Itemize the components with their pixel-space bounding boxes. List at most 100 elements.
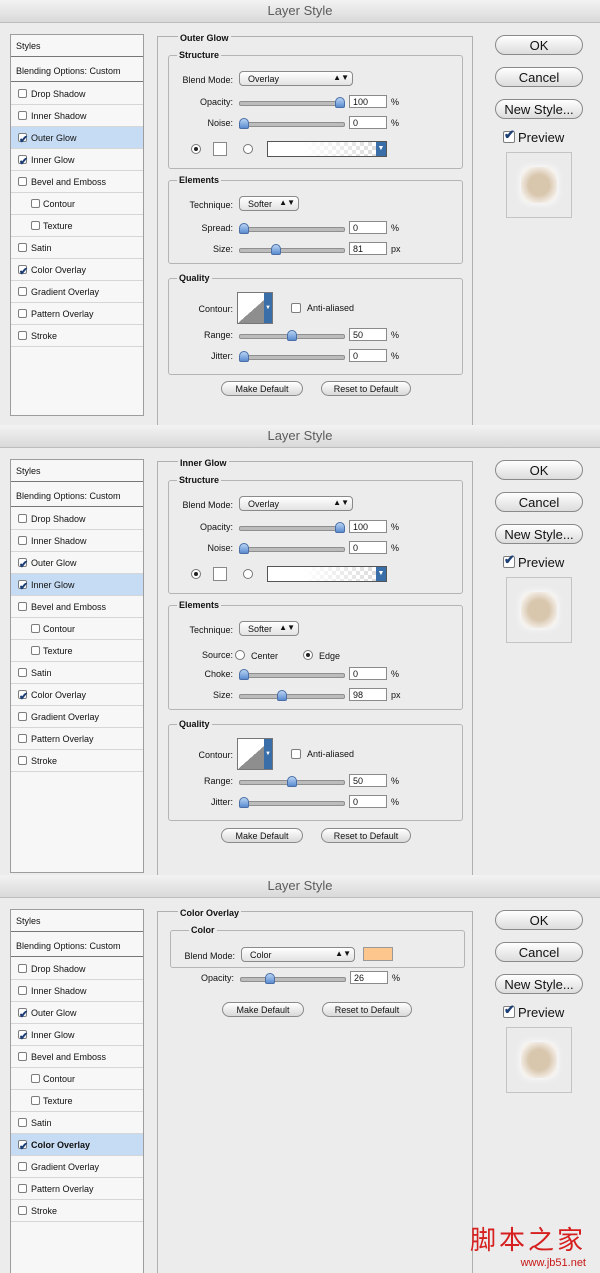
slider-knob[interactable] — [277, 690, 288, 701]
style-texture[interactable]: Texture — [11, 215, 143, 237]
style-pattern-overlay[interactable]: Pattern Overlay — [11, 1178, 143, 1200]
style-contour[interactable]: Contour — [11, 1068, 143, 1090]
checkbox[interactable] — [31, 1096, 40, 1105]
range-field[interactable]: 50 — [349, 774, 387, 787]
slider-knob[interactable] — [287, 330, 297, 341]
style-inner-glow[interactable]: ✔ Inner Glow — [11, 574, 143, 596]
checkbox[interactable]: ✔ — [18, 690, 28, 703]
solid-color-radio[interactable] — [191, 569, 201, 579]
dropdown-arrow-icon[interactable]: ▼ — [376, 142, 386, 156]
style-texture[interactable]: Texture — [11, 640, 143, 662]
checkbox[interactable] — [18, 712, 27, 721]
checkbox[interactable] — [18, 668, 27, 677]
checkbox[interactable] — [18, 734, 27, 743]
checkbox[interactable] — [18, 1162, 27, 1171]
reset-default-button[interactable]: Reset to Default — [321, 828, 411, 843]
style-inner-shadow[interactable]: Inner Shadow — [11, 105, 143, 127]
styles-header[interactable]: Styles — [11, 35, 143, 57]
blending-options[interactable]: Blending Options: Custom — [11, 60, 143, 82]
style-stroke[interactable]: Stroke — [11, 750, 143, 772]
blend-mode-select[interactable]: Overlay ▲▼ — [239, 496, 353, 511]
solid-color-radio[interactable] — [191, 144, 201, 154]
reset-default-button[interactable]: Reset to Default — [322, 1002, 412, 1017]
style-drop-shadow[interactable]: Drop Shadow — [11, 83, 143, 105]
source-center-radio[interactable] — [235, 650, 245, 660]
style-satin[interactable]: Satin — [11, 1112, 143, 1134]
choke-field[interactable]: 0 — [349, 667, 387, 680]
styles-header[interactable]: Styles — [11, 460, 143, 482]
make-default-button[interactable]: Make Default — [222, 1002, 304, 1017]
overlay-color-swatch[interactable] — [363, 947, 393, 961]
checkbox[interactable]: ✔ — [18, 558, 28, 571]
style-contour[interactable]: Contour — [11, 193, 143, 215]
preview-checkbox[interactable]: ✔ — [503, 1002, 515, 1018]
checkbox[interactable] — [31, 1074, 40, 1083]
noise-slider[interactable] — [239, 118, 345, 129]
checkbox[interactable] — [31, 624, 40, 633]
style-outer-glow[interactable]: ✔ Outer Glow — [11, 127, 143, 149]
anti-aliased-checkbox[interactable] — [291, 749, 301, 759]
blending-options[interactable]: Blending Options: Custom — [11, 485, 143, 507]
dropdown-arrow-icon[interactable]: ▼ — [264, 739, 272, 769]
new-style-button[interactable]: New Style... — [495, 524, 583, 544]
glow-color-swatch[interactable] — [213, 567, 227, 581]
style-color-overlay[interactable]: ✔ Color Overlay — [11, 1134, 143, 1156]
checkbox[interactable]: ✔ — [18, 1030, 28, 1043]
reset-default-button[interactable]: Reset to Default — [321, 381, 411, 396]
style-gradient-overlay[interactable]: Gradient Overlay — [11, 706, 143, 728]
cancel-button[interactable]: Cancel — [495, 942, 583, 962]
dropdown-arrow-icon[interactable]: ▼ — [264, 293, 272, 323]
jitter-slider[interactable] — [239, 351, 345, 362]
size-slider[interactable] — [239, 690, 345, 701]
checkbox[interactable]: ✔ — [18, 155, 28, 168]
jitter-field[interactable]: 0 — [349, 349, 387, 362]
style-inner-shadow[interactable]: Inner Shadow — [11, 980, 143, 1002]
size-slider[interactable] — [239, 244, 345, 255]
style-gradient-overlay[interactable]: Gradient Overlay — [11, 1156, 143, 1178]
style-texture[interactable]: Texture — [11, 1090, 143, 1112]
checkbox[interactable] — [18, 1052, 27, 1061]
jitter-field[interactable]: 0 — [349, 795, 387, 808]
slider-knob[interactable] — [239, 351, 249, 362]
checkbox[interactable] — [18, 309, 27, 318]
noise-field[interactable]: 0 — [349, 541, 387, 554]
size-field[interactable]: 81 — [349, 242, 387, 255]
checkbox[interactable] — [18, 243, 27, 252]
slider-knob[interactable] — [239, 669, 249, 680]
checkbox[interactable] — [31, 221, 40, 230]
contour-picker[interactable]: ▼ — [237, 292, 273, 324]
ok-button[interactable]: OK — [495, 910, 583, 930]
opacity-field[interactable]: 26 — [350, 971, 388, 984]
opacity-slider[interactable] — [239, 522, 345, 533]
checkbox[interactable] — [18, 111, 27, 120]
source-edge-radio[interactable] — [303, 650, 313, 660]
checkbox[interactable] — [18, 756, 27, 765]
ok-button[interactable]: OK — [495, 35, 583, 55]
styles-header[interactable]: Styles — [11, 910, 143, 932]
size-field[interactable]: 98 — [349, 688, 387, 701]
checkbox[interactable] — [18, 287, 27, 296]
noise-field[interactable]: 0 — [349, 116, 387, 129]
preview-checkbox[interactable]: ✔ — [503, 552, 515, 568]
choke-slider[interactable] — [239, 669, 345, 680]
make-default-button[interactable]: Make Default — [221, 381, 303, 396]
checkbox[interactable] — [18, 1206, 27, 1215]
checkbox[interactable] — [18, 964, 27, 973]
style-drop-shadow[interactable]: Drop Shadow — [11, 508, 143, 530]
checkbox[interactable] — [18, 89, 27, 98]
style-pattern-overlay[interactable]: Pattern Overlay — [11, 303, 143, 325]
slider-knob[interactable] — [335, 97, 345, 108]
style-bevel-emboss[interactable]: Bevel and Emboss — [11, 596, 143, 618]
cancel-button[interactable]: Cancel — [495, 67, 583, 87]
checkbox[interactable]: ✔ — [18, 133, 28, 146]
checkbox[interactable] — [18, 1184, 27, 1193]
range-field[interactable]: 50 — [349, 328, 387, 341]
ok-button[interactable]: OK — [495, 460, 583, 480]
style-pattern-overlay[interactable]: Pattern Overlay — [11, 728, 143, 750]
blend-mode-select[interactable]: Overlay ▲▼ — [239, 71, 353, 86]
slider-knob[interactable] — [239, 223, 249, 234]
slider-knob[interactable] — [287, 776, 297, 787]
checkbox[interactable] — [18, 1118, 27, 1127]
style-satin[interactable]: Satin — [11, 662, 143, 684]
style-stroke[interactable]: Stroke — [11, 1200, 143, 1222]
